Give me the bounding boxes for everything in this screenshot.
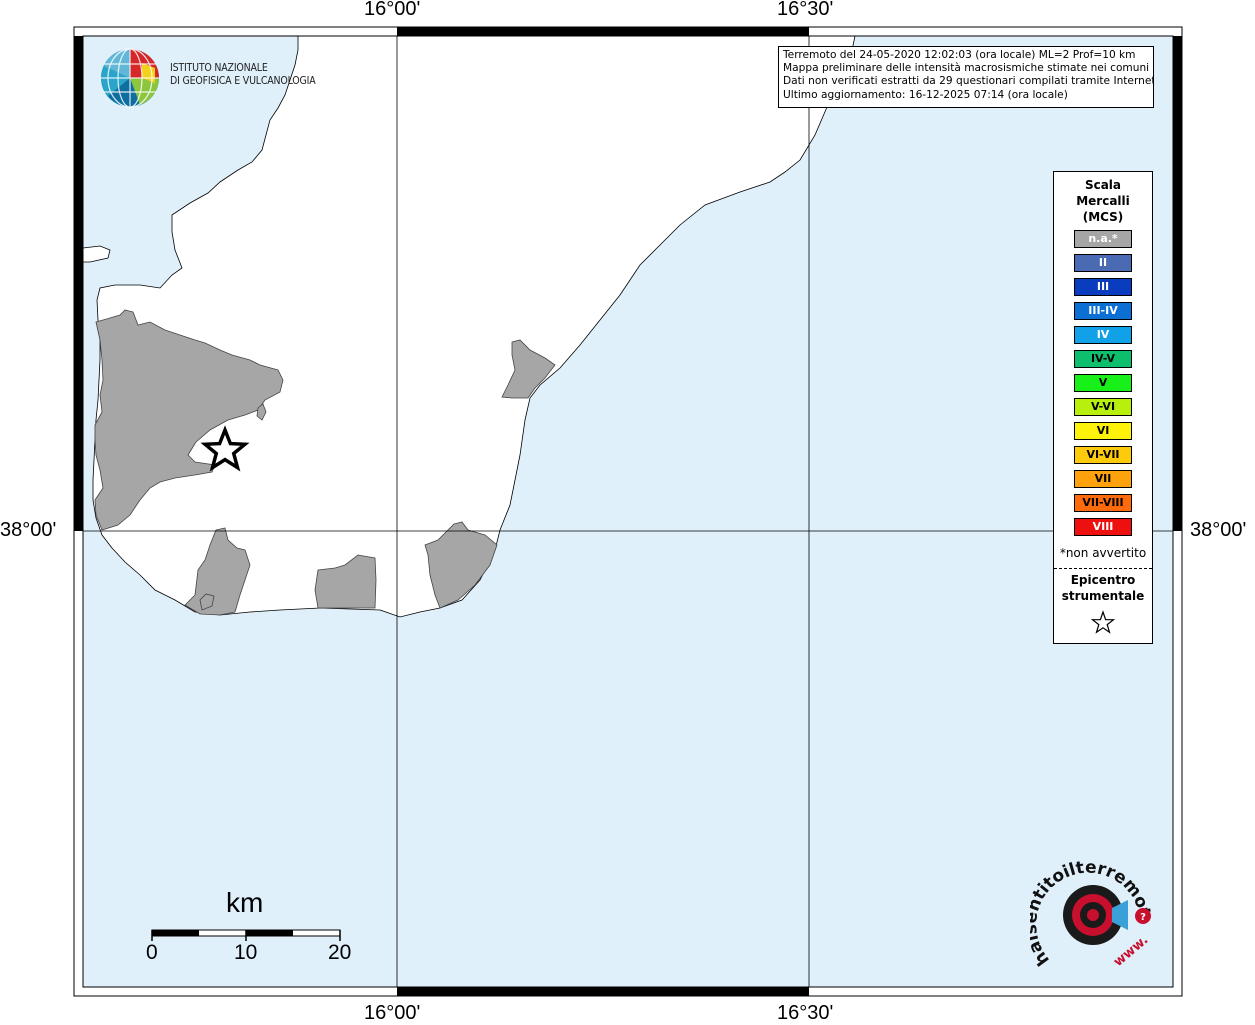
legend-epicenter-line: Epicentro [1070,573,1136,587]
legend-epicenter-line: strumentale [1061,589,1145,603]
legend-swatch-iv-v: IV-V [1074,350,1132,368]
ingv-logo-text: ISTITUTO NAZIONALE DI GEOFISICA E VULCAN… [170,62,316,88]
lat-label-left: 38°00' [0,519,57,541]
legend-swatch-vii-viii: VII-VIII [1074,494,1132,512]
svg-text:?: ? [1140,912,1146,923]
scale-tick-label: 20 [328,941,352,964]
hsit-logo: haisentitoilterremoto.it ? www. [1021,845,1160,980]
hsit-logo-icon: haisentitoilterremoto.it ? www. [1021,845,1154,970]
ingv-logo-line2: DI GEOFISICA E VULCANOLOGIA [170,75,316,87]
hsit-logo-www: www. [1111,933,1151,970]
legend-title-line: (MCS) [1082,210,1124,224]
globe-logo-icon [101,48,159,108]
event-info-box: Terremoto del 24-05-2020 12:02:03 (ora l… [778,46,1154,108]
legend-swatch-na: n.a.* [1074,230,1132,248]
legend-swatch-vii: VII [1074,470,1132,488]
event-info-line: Ultimo aggiornamento: 16-12-2025 07:14 (… [783,88,1068,101]
legend-title-line: Scala [1084,178,1122,192]
scale-tick-label: 0 [146,941,158,964]
event-info-line: Mappa preliminare delle intensità macros… [783,62,1150,75]
legend-divider [1054,568,1152,569]
ingv-logo-line1: ISTITUTO NAZIONALE [170,62,268,74]
legend-swatch-iii: III [1074,278,1132,296]
star-icon [1090,610,1116,634]
legend-swatch-vi: VI [1074,422,1132,440]
legend-swatch-ii: II [1074,254,1132,272]
lon-label-bottom-1: 16°00' [364,1002,421,1024]
lon-label-top-2: 16°30' [777,0,834,20]
legend-title: Scala Mercalli (MCS) [1054,177,1152,225]
lon-label-top-1: 16°00' [364,0,421,20]
legend-swatch-v: V [1074,374,1132,392]
legend-swatch-iii-iv: III-IV [1074,302,1132,320]
legend-note: *non avvertito [1059,546,1147,560]
legend-swatch-iv: IV [1074,326,1132,344]
scale-tick-label: 10 [234,941,258,964]
ingv-logo: ISTITUTO NAZIONALE DI GEOFISICA E VULCAN… [100,48,320,110]
legend-epicenter-title: Epicentro strumentale [1054,572,1152,604]
event-info-line: Dati non verificati estratti da 29 quest… [783,75,1154,88]
legend-swatch-v-vi: V-VI [1074,398,1132,416]
legend-title-line: Mercalli [1076,194,1130,208]
scale-bar: km 0 10 20 [140,885,370,975]
lon-label-bottom-2: 16°30' [777,1002,834,1024]
legend-swatch-vi-vii: VI-VII [1074,446,1132,464]
lat-label-right: 38°00' [1190,519,1247,541]
event-info-line: Terremoto del 24-05-2020 12:02:03 (ora l… [783,49,1136,61]
scale-unit-label: km [226,887,264,918]
intensity-legend: Scala Mercalli (MCS) n.a.* II III III-IV IV I… [1053,171,1153,644]
legend-swatch-viii: VIII [1074,518,1132,536]
